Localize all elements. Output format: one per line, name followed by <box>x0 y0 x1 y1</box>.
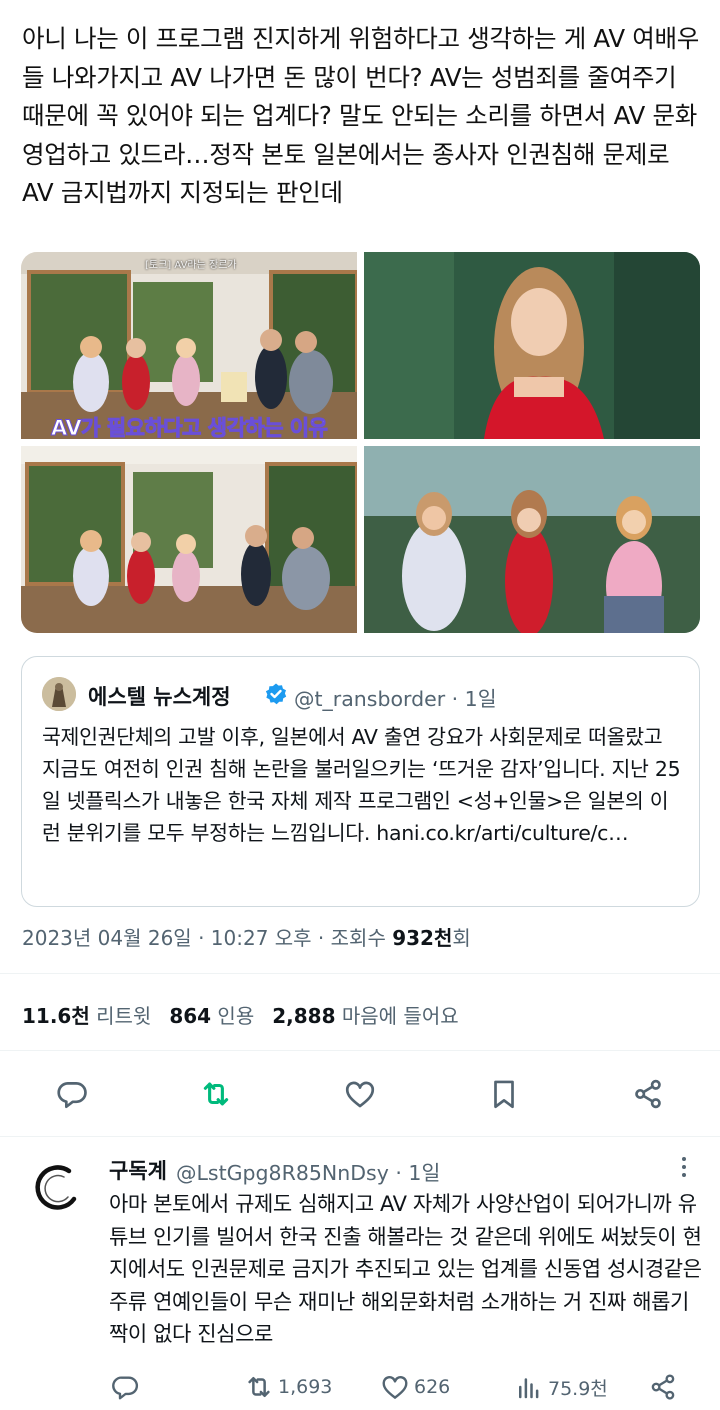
media-caption: [토크] AV라는 장르가 <box>145 260 237 271</box>
view-count: 932천 <box>392 926 453 950</box>
retweet-button[interactable] <box>196 1074 236 1114</box>
heart-icon <box>382 1376 408 1399</box>
analytics-icon <box>519 1378 539 1399</box>
reply-reply-button[interactable] <box>110 1370 144 1404</box>
quote-author-name[interactable]: 에스텔 뉴스계정 <box>88 681 231 711</box>
quote-text: 국제인권단체의 고발 이후, 일본에서 AV 출연 강요가 사회문제로 떠올랐고… <box>42 725 681 845</box>
bookmark-button[interactable] <box>484 1074 524 1114</box>
reply-like-button[interactable]: 626 <box>380 1370 450 1404</box>
likes-stat[interactable]: 2,888 마음에 들어요 <box>272 1004 458 1028</box>
reply-author-handle[interactable]: @LstGpg8R85NnDsy · 1일 <box>176 1156 440 1186</box>
quotes-stat[interactable]: 864 인용 <box>169 1004 254 1028</box>
media-grid[interactable]: [토크] AV라는 장르가 AV가 필요하다고 생각하는 이유 <box>21 252 700 633</box>
reply-view-count: 75.9천 <box>548 1377 608 1400</box>
reply-share-button[interactable] <box>648 1370 682 1404</box>
reply-retweet-button[interactable]: 1,693 <box>244 1370 332 1404</box>
reply-retweet-count: 1,693 <box>278 1376 333 1398</box>
reply-text: 아마 본토에서 규제도 심해지고 AV 자체가 사양산업이 되어가니까 유튜브 … <box>109 1192 702 1346</box>
media-image-closeup[interactable] <box>364 252 700 439</box>
share-icon <box>651 1374 675 1400</box>
quote-avatar[interactable] <box>42 677 76 711</box>
retweet-icon <box>203 1082 229 1106</box>
reply-icon <box>112 1376 138 1400</box>
divider <box>0 973 720 974</box>
reply-icon <box>57 1082 87 1109</box>
quote-tweet-card[interactable]: 에스텔 뉴스계정 @t_ransborder · 1일 국제인권단체의 고발 이… <box>21 656 700 907</box>
verified-badge-icon <box>264 682 288 706</box>
more-options-icon[interactable] <box>672 1152 696 1182</box>
quote-author-handle[interactable]: @t_ransborder · 1일 <box>294 682 497 712</box>
media-image-three-women[interactable] <box>364 446 700 633</box>
share-icon <box>635 1079 661 1109</box>
media-image-wide-set[interactable] <box>21 446 357 633</box>
reply-author-name[interactable]: 구독계 <box>109 1155 167 1185</box>
media-image-talk-set[interactable]: [토크] AV라는 장르가 AV가 필요하다고 생각하는 이유 <box>21 252 357 439</box>
bookmark-icon <box>494 1080 514 1109</box>
reply-button[interactable] <box>52 1074 92 1114</box>
heart-icon <box>345 1081 375 1108</box>
retweet-icon <box>248 1377 270 1397</box>
engagement-stats: 11.6천 리트윗 864 인용 2,888 마음에 들어요 <box>22 1000 459 1029</box>
retweets-stat[interactable]: 11.6천 리트윗 <box>22 1004 151 1028</box>
share-button[interactable] <box>628 1074 668 1114</box>
reply-avatar[interactable] <box>24 1157 88 1221</box>
like-button[interactable] <box>340 1074 380 1114</box>
tweet-text: 아니 나는 이 프로그램 진지하게 위험하다고 생각하는 게 AV 여배우들 나… <box>22 24 699 207</box>
timestamp-text: 2023년 04월 26일 · 10:27 오후 · 조회수 <box>22 926 393 950</box>
reply-views-button[interactable]: 75.9천 <box>514 1370 608 1404</box>
view-count-suffix: 회 <box>452 926 471 950</box>
divider <box>0 1050 720 1051</box>
tweet-timestamp[interactable]: 2023년 04월 26일 · 10:27 오후 · 조회수 932천회 <box>22 922 471 951</box>
media-subtitle: AV가 필요하다고 생각하는 이유 <box>50 416 328 440</box>
reply-like-count: 626 <box>414 1376 451 1398</box>
divider <box>0 1136 720 1137</box>
